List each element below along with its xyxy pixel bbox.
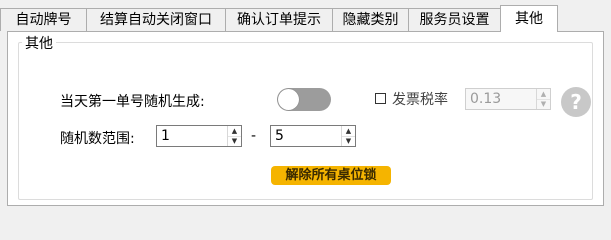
help-icon[interactable]: ? <box>561 87 591 117</box>
spin-down-icon[interactable]: ▼ <box>537 99 550 109</box>
random-range-max-value: 5 <box>275 128 284 144</box>
tab-other[interactable]: 其他 <box>500 5 558 32</box>
invoice-tax-checkbox[interactable] <box>375 93 386 104</box>
random-range-max-input[interactable]: 5 ▲ ▼ <box>270 125 356 147</box>
tab-label: 自动牌号 <box>15 12 72 28</box>
range-separator: - <box>251 128 257 144</box>
random-range-label: 随机数范围: <box>60 131 135 147</box>
tab-label: 服务员设置 <box>419 12 490 28</box>
tab-waiter-settings[interactable]: 服务员设置 <box>408 8 501 31</box>
tab-strip: 自动牌号 结算自动关闭窗口 确认订单提示 隐藏类别 服务员设置 其他 <box>0 0 611 32</box>
spin-down-icon[interactable]: ▼ <box>342 136 355 146</box>
tab-label: 结算自动关闭窗口 <box>100 12 212 28</box>
toggle-knob <box>278 89 299 110</box>
tab-label: 隐藏类别 <box>342 12 399 28</box>
invoice-tax-rate-input[interactable]: 0.13 ▲ ▼ <box>465 88 551 110</box>
group-title: 其他 <box>22 33 56 53</box>
invoice-tax-rate-value: 0.13 <box>470 91 502 107</box>
tab-auto-plate-number[interactable]: 自动牌号 <box>0 8 87 31</box>
spin-down-icon[interactable]: ▼ <box>228 136 241 146</box>
random-first-order-label: 当天第一单号随机生成: <box>60 94 205 110</box>
tab-label: 其他 <box>515 11 543 27</box>
tab-confirm-order-prompt[interactable]: 确认订单提示 <box>225 8 333 31</box>
invoice-tax-spinner: ▲ ▼ <box>536 89 550 109</box>
tab-label: 确认订单提示 <box>237 12 321 28</box>
tab-settle-auto-close[interactable]: 结算自动关闭窗口 <box>86 8 226 31</box>
random-range-min-value: 1 <box>161 128 170 144</box>
tab-hide-category[interactable]: 隐藏类别 <box>332 8 409 31</box>
random-first-order-toggle[interactable] <box>277 88 331 111</box>
random-range-min-input[interactable]: 1 ▲ ▼ <box>156 125 242 147</box>
invoice-tax-label: 发票税率 <box>392 92 448 108</box>
unlock-all-tables-button[interactable]: 解除所有桌位锁 <box>271 166 391 185</box>
random-range-max-spinner: ▲ ▼ <box>341 126 355 146</box>
random-range-min-spinner: ▲ ▼ <box>227 126 241 146</box>
